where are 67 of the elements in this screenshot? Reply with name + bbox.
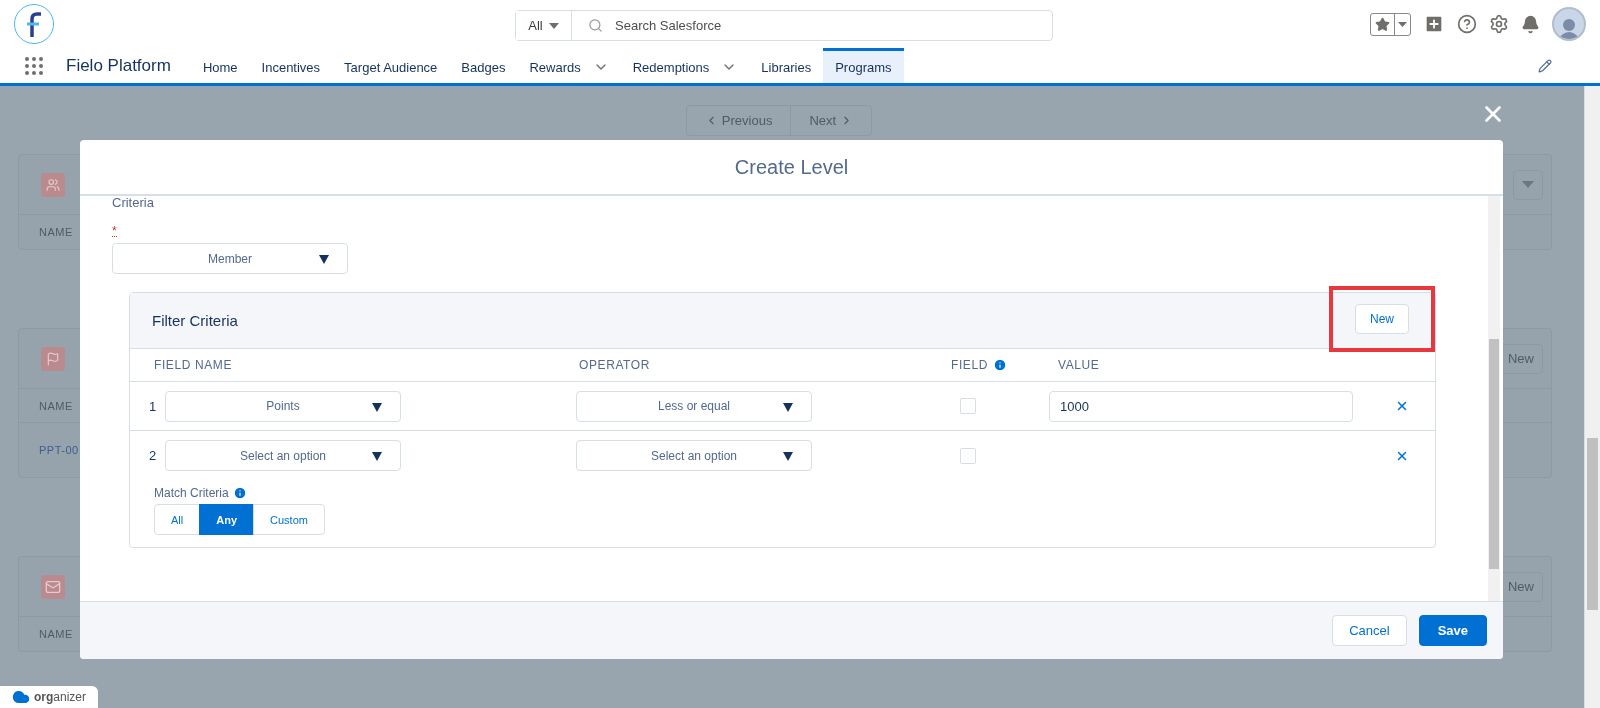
operator-select[interactable]: Less or equal (576, 390, 812, 422)
value-field[interactable]: 1000 (1049, 390, 1353, 422)
save-button[interactable]: Save (1418, 615, 1487, 646)
match-option[interactable]: Any (199, 504, 254, 535)
column-header: VALUE (1058, 358, 1101, 372)
add-icon[interactable] (1423, 13, 1445, 35)
close-icon (1395, 399, 1409, 413)
dialog-title: Create Level (734, 155, 849, 179)
row-number: 1 (148, 398, 158, 414)
field-checkbox[interactable] (960, 398, 976, 414)
match-option[interactable]: All (154, 504, 201, 535)
user-avatar[interactable] (1552, 7, 1586, 41)
info-icon (993, 358, 1007, 372)
star-icon (1375, 16, 1390, 32)
operator-select[interactable]: Select an option (576, 440, 812, 471)
nav-tab[interactable]: Programs (823, 48, 904, 83)
column-header: NAME (39, 628, 73, 640)
required-mark: * (112, 226, 117, 237)
field-checkbox[interactable] (960, 447, 976, 464)
caret-icon (372, 452, 382, 461)
flag-icon (41, 346, 65, 371)
card-title: Filter Criteria (152, 312, 238, 329)
organizer-label: organizer (34, 690, 87, 704)
column-header: FIELD NAME (153, 358, 233, 372)
app-name: Fielo Platform (66, 55, 171, 76)
nav-tab[interactable]: Target Audience (332, 48, 450, 83)
dialog-scrollbar[interactable] (1488, 196, 1500, 601)
section-title: Criteria (112, 196, 155, 210)
settings-icon[interactable] (1489, 14, 1509, 34)
object-select[interactable]: Member (112, 243, 348, 274)
caret-icon (783, 452, 793, 461)
column-header: NAME (39, 226, 73, 238)
favorites-button[interactable] (1370, 12, 1411, 36)
nav-tab[interactable]: Rewards (517, 48, 621, 83)
search-scope-dropdown[interactable]: All (516, 11, 572, 40)
caret-icon (319, 255, 329, 264)
field-select[interactable]: Select an option (165, 440, 401, 471)
column-header: FIELD (951, 358, 988, 372)
bell-icon[interactable] (1521, 14, 1540, 34)
field-select[interactable]: Points (165, 390, 401, 422)
nav-tab[interactable]: Home (190, 48, 250, 83)
match-option[interactable]: Custom (253, 504, 325, 535)
cloud-icon (12, 688, 30, 706)
column-header: NAME (39, 399, 73, 412)
cancel-button[interactable]: Cancel (1332, 615, 1407, 646)
caret-icon (1522, 181, 1534, 188)
people-icon (41, 172, 65, 197)
caret-icon (548, 22, 559, 29)
caret-icon (372, 402, 382, 412)
page-scrollbar[interactable] (1584, 86, 1600, 708)
new-button[interactable]: New (1355, 304, 1409, 334)
match-criteria-label: Match Criteria (154, 486, 229, 500)
nav-tab[interactable]: Badges (449, 48, 518, 83)
search-field[interactable]: All Search Salesforce (515, 10, 1053, 41)
column-header: OPERATOR (578, 358, 652, 372)
nav-tab[interactable]: Incentives (249, 48, 333, 83)
mail-icon (41, 574, 65, 599)
search-icon (588, 18, 603, 33)
row-number: 2 (148, 448, 158, 463)
caret-icon (783, 402, 793, 412)
info-icon (232, 486, 247, 500)
nav-tab[interactable]: Libraries (749, 48, 824, 83)
organizer-tab[interactable]: organizer (0, 686, 98, 708)
caret-icon (1398, 21, 1407, 27)
edit-icon[interactable] (1538, 58, 1552, 73)
help-icon[interactable] (1457, 14, 1477, 34)
nav-tab[interactable]: Redemptions (620, 48, 750, 83)
